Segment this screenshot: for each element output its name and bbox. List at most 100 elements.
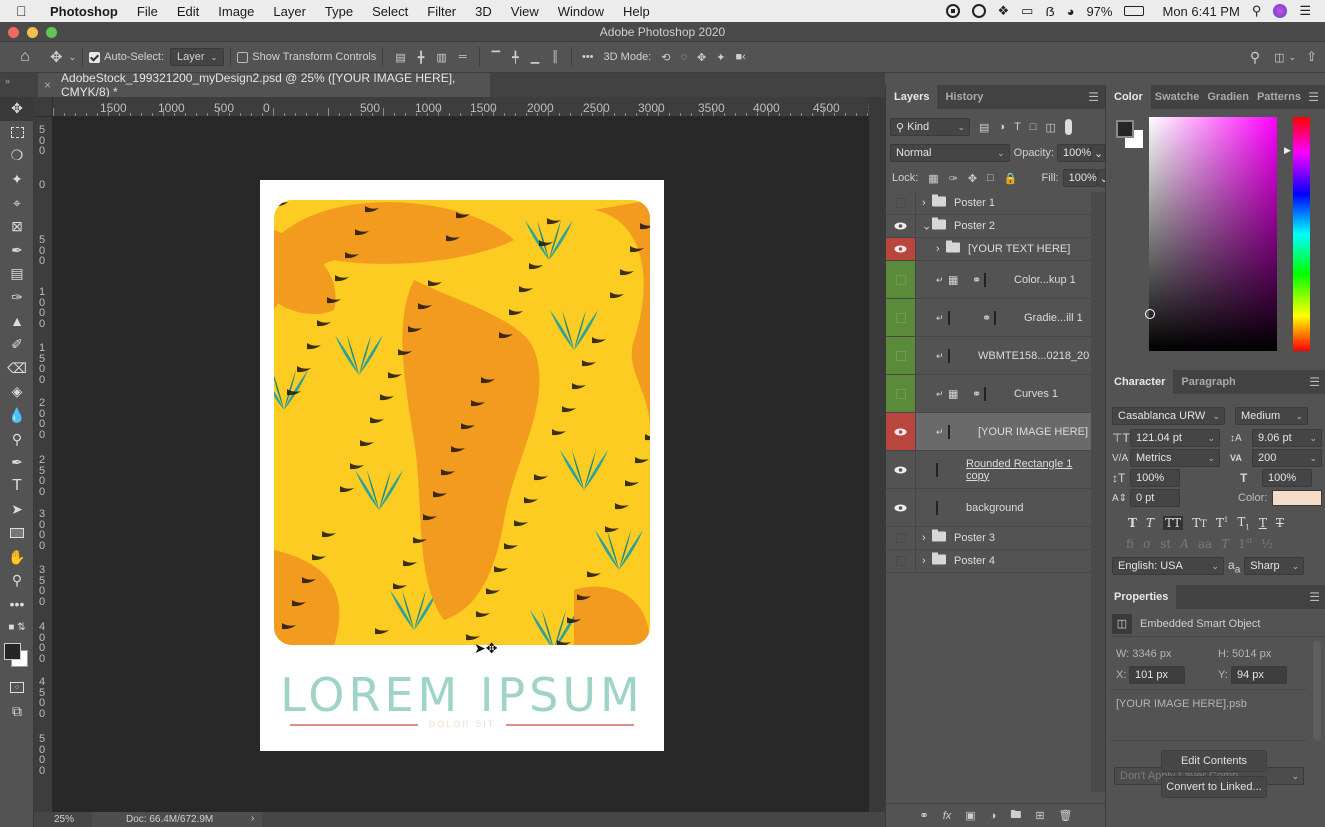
text-color-swatch[interactable]: [1272, 490, 1323, 506]
layer-row[interactable]: › Poster 3: [886, 527, 1091, 550]
status-menu-chevron-icon[interactable]: ›: [251, 813, 254, 824]
filter-smart-object-icon[interactable]: ◫: [1045, 121, 1055, 134]
visibility-toggle[interactable]: [886, 261, 916, 298]
opacity-dropdown-icon[interactable]: ⌄: [1091, 144, 1105, 162]
auto-select-checkbox[interactable]: [89, 51, 101, 63]
strikethrough-icon[interactable]: T: [1276, 516, 1284, 530]
eye-icon[interactable]: [886, 413, 916, 450]
3d-orbit-icon[interactable]: ⟲: [661, 51, 670, 64]
ligatures-icon[interactable]: fi: [1126, 537, 1134, 551]
align-left-icon[interactable]: ▤: [395, 51, 405, 64]
menu-window[interactable]: Window: [558, 4, 604, 19]
move-tool-preset-icon[interactable]: ✥: [50, 48, 63, 66]
hue-slider[interactable]: [1293, 117, 1310, 351]
auto-select-target-dropdown[interactable]: Layer ⌄: [170, 48, 225, 66]
tab-history[interactable]: History: [937, 85, 991, 109]
language-dropdown[interactable]: English: USA ⌄: [1112, 557, 1224, 576]
antialias-dropdown[interactable]: Sharp ⌄: [1244, 557, 1305, 576]
lock-all-icon[interactable]: 🔒: [1004, 172, 1018, 185]
screen-record-icon[interactable]: [945, 4, 960, 18]
path-selection-tool-icon[interactable]: ➤: [0, 498, 34, 522]
faux-italic-icon[interactable]: T: [1146, 516, 1154, 530]
menu-edit[interactable]: Edit: [177, 4, 199, 19]
dropbox-icon[interactable]: ❖: [998, 3, 1010, 19]
eye-icon[interactable]: [886, 451, 916, 488]
convert-to-linked-button[interactable]: Convert to Linked...: [1161, 776, 1267, 798]
mask-link-icon[interactable]: ⚭: [972, 273, 981, 286]
fill-field[interactable]: 100%: [1062, 169, 1097, 187]
layer-row[interactable]: › [YOUR TEXT HERE]: [886, 238, 1091, 261]
align-middle-vertical-icon[interactable]: ╇: [512, 51, 519, 64]
canvas-vertical-scrollbar[interactable]: [869, 97, 885, 814]
properties-scrollbar[interactable]: [1313, 641, 1321, 741]
layer-effects-icon[interactable]: fx: [943, 810, 952, 822]
3d-scale-camera-icon[interactable]: ■‹: [735, 51, 745, 63]
tab-properties[interactable]: Properties: [1106, 585, 1177, 609]
expand-group-chevron-icon[interactable]: ›: [936, 243, 940, 255]
edit-contents-button[interactable]: Edit Contents: [1161, 750, 1267, 772]
3d-slide-icon[interactable]: ✦: [716, 51, 725, 64]
layers-scrollbar[interactable]: [1091, 192, 1105, 792]
color-picker-marker[interactable]: [1145, 309, 1155, 319]
add-mask-icon[interactable]: ▣: [965, 809, 975, 822]
tab-color[interactable]: Color: [1106, 85, 1151, 109]
blend-mode-dropdown[interactable]: Normal ⌄: [890, 144, 1010, 162]
horizontal-scale-field[interactable]: 100%: [1262, 469, 1312, 487]
zoom-level[interactable]: 25%: [54, 814, 74, 825]
notification-center-icon[interactable]: ☰: [1299, 3, 1311, 19]
menu-help[interactable]: Help: [623, 4, 650, 19]
color-foreground-swatch[interactable]: [1116, 120, 1134, 138]
visibility-toggle[interactable]: [886, 527, 916, 549]
fractions-icon[interactable]: ½: [1261, 537, 1273, 551]
healing-brush-tool-icon[interactable]: ▤: [0, 262, 34, 286]
baseline-shift-field[interactable]: 0 pt: [1130, 489, 1180, 507]
clock[interactable]: Mon 6:41 PM: [1162, 4, 1239, 19]
kerning-dropdown[interactable]: Metrics ⌄: [1130, 449, 1220, 467]
minimize-window-button[interactable]: [27, 27, 38, 38]
layer-row[interactable]: Rounded Rectangle 1 copy: [886, 451, 1091, 489]
filter-type-icon[interactable]: T: [1014, 121, 1021, 133]
pen-tool-icon[interactable]: ✒: [0, 451, 34, 475]
lasso-tool-icon[interactable]: ❍: [0, 144, 34, 168]
leading-field[interactable]: 9.06 pt ⌄: [1252, 429, 1322, 447]
mask-link-icon[interactable]: ⚭: [972, 387, 981, 400]
siri-icon[interactable]: [1273, 4, 1288, 18]
vertical-scale-field[interactable]: 100%: [1130, 469, 1180, 487]
delete-layer-icon[interactable]: 🗑: [1059, 809, 1073, 822]
wifi-icon[interactable]: ◕: [1067, 4, 1075, 19]
tab-patterns[interactable]: Patterns: [1253, 85, 1305, 109]
tiger-pattern-image[interactable]: [274, 200, 650, 645]
panel-menu-icon[interactable]: ☰: [1309, 590, 1320, 604]
clone-stamp-tool-icon[interactable]: ▲: [0, 309, 34, 333]
panel-menu-icon[interactable]: ☰: [1308, 90, 1319, 104]
new-layer-icon[interactable]: ⊞: [1035, 809, 1044, 822]
paint-bucket-tool-icon[interactable]: ◈: [0, 380, 34, 404]
chevron-down-icon[interactable]: ⌄: [1289, 52, 1297, 63]
visibility-toggle[interactable]: [886, 192, 916, 214]
layer-row[interactable]: ↵ ▦ ⚭ Curves 1: [886, 375, 1091, 413]
lock-image-icon[interactable]: ✑: [949, 172, 958, 185]
menu-filter[interactable]: Filter: [427, 4, 456, 19]
filter-shape-icon[interactable]: □: [1030, 121, 1037, 133]
panel-menu-icon[interactable]: ☰: [1309, 375, 1320, 389]
expand-group-chevron-icon[interactable]: ›: [922, 555, 926, 567]
bluetooth-icon[interactable]: ẞ: [1045, 4, 1054, 19]
dodge-tool-icon[interactable]: ⚲: [0, 427, 34, 451]
adjustment-layer-icon[interactable]: ◑: [990, 810, 997, 822]
hue-slider-handle[interactable]: ▶: [1284, 145, 1291, 156]
align-center-horizontal-icon[interactable]: ╋: [418, 51, 425, 64]
workspace-icon[interactable]: ◫: [1274, 51, 1284, 64]
creative-cloud-icon[interactable]: [971, 4, 986, 18]
menu-type[interactable]: Type: [325, 4, 353, 19]
filter-toggle[interactable]: [1064, 119, 1072, 135]
new-group-icon[interactable]: 🖿: [1010, 806, 1021, 825]
type-tool-icon[interactable]: T: [0, 475, 34, 499]
menu-image[interactable]: Image: [218, 4, 254, 19]
tracking-field[interactable]: 200 ⌄: [1252, 449, 1322, 467]
airplay-icon[interactable]: ▭: [1021, 3, 1033, 19]
poster-subline[interactable]: DOLOR SIT: [290, 719, 634, 731]
layer-row[interactable]: ↵ [YOUR IMAGE HERE]: [886, 413, 1091, 451]
quick-mask-icon[interactable]: ○: [0, 676, 34, 700]
tab-layers[interactable]: Layers: [886, 85, 938, 109]
blur-tool-icon[interactable]: 💧: [0, 404, 34, 428]
